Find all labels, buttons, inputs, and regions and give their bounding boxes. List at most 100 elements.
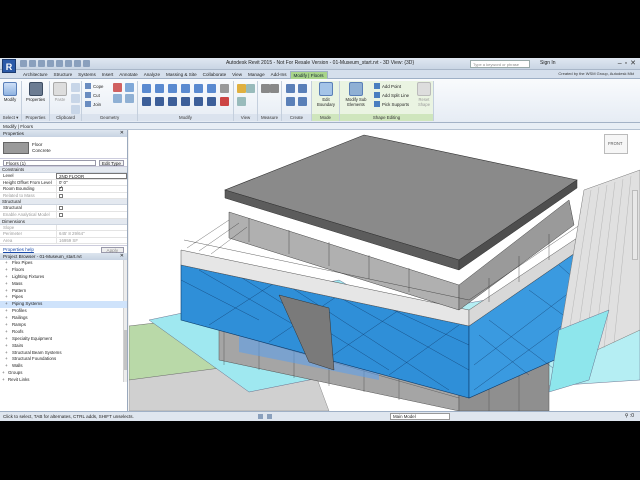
3d-viewport[interactable]: FRONT [129,130,640,411]
linework-icon[interactable] [237,97,246,106]
create-parts-icon[interactable] [298,84,307,93]
properties-button[interactable]: Properties [26,82,45,102]
prop-value[interactable]: 0' 0" [56,179,127,186]
browser-group[interactable]: Groups [0,370,127,377]
create-similar-icon[interactable] [298,97,307,106]
offset-icon[interactable] [155,84,164,93]
browser-item[interactable]: Mass [0,281,127,288]
browser-item[interactable]: Specialty Equipment [0,336,127,343]
match-properties-icon[interactable] [71,105,80,114]
prop-value[interactable]: 2ND FLOOR [56,173,127,179]
cut-icon[interactable] [71,83,80,92]
tab-annotate[interactable]: Annotate [116,71,140,79]
paste-button[interactable]: Paste [53,82,67,102]
split-face-icon[interactable] [125,83,134,92]
cope-button[interactable]: Cope [85,83,104,89]
tab-collaborate[interactable]: Collaborate [200,71,230,79]
type-selector[interactable]: Floor Concrete [0,137,127,159]
tab-architecture[interactable]: Architecture [20,71,51,79]
join-button[interactable]: Join [85,101,101,107]
apply-button[interactable]: Apply [100,246,124,253]
add-split-line-button[interactable]: Add Split Line [374,92,409,98]
tab-systems[interactable]: Systems [75,71,99,79]
pin-icon[interactable] [220,84,229,93]
rotate-icon[interactable] [168,97,177,106]
browser-item[interactable]: Piping Systems [0,301,127,309]
browser-item[interactable]: Stairs [0,343,127,350]
design-option-icon[interactable] [267,414,272,419]
select-panel-label[interactable]: Select ▾ [0,114,21,121]
edit-type-button[interactable]: Edit Type [98,159,124,166]
browser-item[interactable]: Lighting Fixtures [0,274,127,281]
browser-item[interactable]: Flex Pipes [0,260,127,267]
browser-item[interactable]: Railings [0,315,127,322]
browser-group[interactable]: Revit Links [0,377,127,382]
paint-icon[interactable] [113,94,122,103]
browser-item[interactable]: Floors [0,267,127,274]
museum-model-render[interactable] [129,130,640,411]
restore-icon[interactable]: ▫ [625,59,627,68]
browser-item[interactable]: Structural Beam Systems [0,350,127,357]
edit-boundary-button[interactable]: Edit Boundary [315,82,337,107]
measure-distance-icon[interactable] [261,84,270,93]
modify-button[interactable]: Modify [3,82,17,102]
override-icon[interactable] [246,84,255,93]
tab-manage[interactable]: Manage [245,71,268,79]
scale-icon[interactable] [207,97,216,106]
align-icon[interactable] [142,84,151,93]
property-row[interactable]: Height Offset From Level 0' 0" [0,179,127,187]
search-input[interactable]: Type a keyword or phrase [470,60,530,68]
mirror-draw-icon[interactable] [181,84,190,93]
property-row[interactable]: Level 2ND FLOOR [0,173,127,180]
active-model-select[interactable]: Main Model [390,413,450,420]
minimize-icon[interactable]: – [618,59,622,68]
split-gap-icon[interactable] [207,84,216,93]
tab-view[interactable]: View [229,71,245,79]
browser-item[interactable]: Profiles [0,308,127,315]
modify-sub-elements-button[interactable]: Modify Sub Elements [343,82,369,107]
browser-item[interactable]: Roofs [0,329,127,336]
create-group-icon[interactable] [286,97,295,106]
property-row[interactable]: Structural [0,205,127,212]
navigation-bar[interactable] [632,190,638,260]
split-icon[interactable] [194,84,203,93]
pick-supports-button[interactable]: Pick Supports [374,101,409,107]
browser-item[interactable]: Pipes [0,294,127,301]
browser-item[interactable]: Pattern [0,288,127,295]
mirror-axis-icon[interactable] [168,84,177,93]
room-bounding-checkbox[interactable] [56,185,127,192]
create-assembly-icon[interactable] [286,84,295,93]
copy-elements-icon[interactable] [155,97,164,106]
sign-in-button[interactable]: Sign In [540,60,556,66]
browser-item[interactable]: Structural Foundations [0,356,127,363]
tab-modify-floors[interactable]: Modify | Floors [289,71,328,79]
add-point-button[interactable]: Add Point [374,83,401,89]
instance-filter-select[interactable]: Floors (1) [3,159,96,166]
browser-item[interactable]: Walls [0,363,127,370]
wall-joins-icon[interactable] [113,83,122,92]
hide-icon[interactable] [237,84,246,93]
cut-geometry-button[interactable]: Cut [85,92,100,98]
tab-add-ins[interactable]: Add-Ins [268,71,290,79]
view-cube[interactable]: FRONT [604,134,628,154]
selection-filter[interactable]: ⚲ :0 [625,413,634,419]
property-row[interactable]: Room Bounding [0,185,127,193]
tab-massing-site[interactable]: Massing & Site [163,71,200,79]
trim-icon[interactable] [181,97,190,106]
tab-insert[interactable]: Insert [99,71,117,79]
browser-item[interactable]: Ramps [0,322,127,329]
properties-help-link[interactable]: Properties help [3,247,34,252]
tab-analyze[interactable]: Analyze [141,71,163,79]
application-menu-button[interactable]: R [2,59,16,73]
move-icon[interactable] [142,97,151,106]
copy-icon[interactable] [71,94,80,103]
demolish-icon[interactable] [125,94,134,103]
structural-checkbox[interactable] [56,205,127,211]
workset-icon[interactable] [258,414,263,419]
reset-shape-button[interactable]: Reset Shape [416,82,432,107]
close-icon[interactable]: ✕ [630,59,636,68]
array-icon[interactable] [194,97,203,106]
close-icon[interactable]: ✕ [120,130,124,137]
dimension-icon[interactable] [270,84,279,93]
close-icon[interactable]: ✕ [120,253,124,260]
